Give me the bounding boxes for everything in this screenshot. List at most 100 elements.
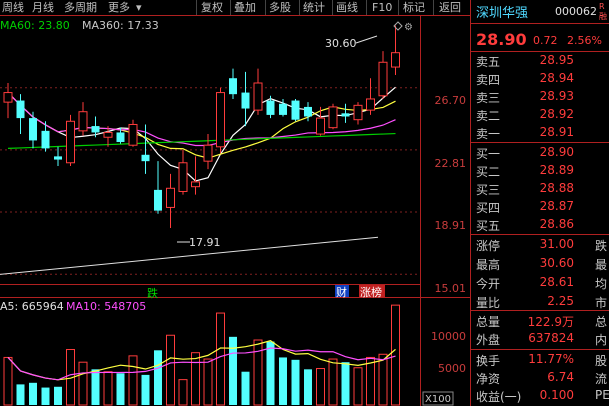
candle-body-down: [154, 189, 162, 211]
volume-bar-down: [229, 336, 237, 405]
candle-body-up: [253, 82, 263, 111]
bid-row: 买四 28.87: [471, 198, 609, 215]
candle-body-up: [216, 92, 225, 148]
candle-body-down: [266, 100, 275, 115]
divider: [471, 349, 609, 350]
candle-body-down: [16, 100, 25, 119]
volume-bar-up: [253, 339, 263, 406]
candle-body-up: [203, 144, 213, 162]
stat-row: 收益(一) 0.100 PE: [471, 387, 609, 404]
menu-back[interactable]: 返回: [437, 0, 463, 15]
candle-body-up: [378, 61, 388, 97]
volume-bar-down: [54, 386, 62, 405]
menu-f10[interactable]: F10: [370, 0, 394, 15]
volume-bar-down: [29, 382, 37, 405]
stat-label: 收益(一): [476, 390, 522, 404]
stat-label: 外盘: [476, 333, 501, 347]
ask-value: 28.95: [539, 53, 574, 67]
bid-row: 买二 28.89: [471, 162, 609, 179]
stat-row: 总量 122.9万 总: [471, 312, 609, 329]
volume-bar-down: [241, 371, 250, 405]
stat-value: 6.74: [547, 370, 574, 384]
candle-body-up: [178, 162, 188, 192]
candle-body-up: [391, 52, 400, 68]
fin-tag[interactable]: 财: [336, 285, 347, 299]
candle-body-up: [316, 117, 325, 135]
low-annotation: 17.91: [189, 236, 221, 249]
menu-overlay[interactable]: 叠加: [232, 0, 258, 15]
menu-weekly[interactable]: 周线: [0, 0, 26, 15]
bid-row: 买三 28.88: [471, 180, 609, 197]
margin-badge: R融: [599, 2, 607, 21]
menu-draw-line[interactable]: 画线: [334, 0, 360, 15]
volume-bar-up: [191, 352, 200, 406]
volume-bar-up: [391, 304, 400, 406]
stat-label: 涨停: [476, 239, 501, 253]
price-tick: 15.01: [435, 282, 467, 295]
menu-divider: [299, 0, 300, 15]
volume-unit: X100: [425, 394, 451, 405]
drop-tag[interactable]: 跌: [147, 286, 158, 300]
stock-name[interactable]: 深圳华强: [476, 2, 528, 21]
stat-label: 量比: [476, 296, 501, 310]
price-change: 0.72: [533, 34, 558, 47]
ask-value: 28.93: [539, 89, 574, 103]
candle-body-down: [291, 100, 300, 120]
menu-multi-stock[interactable]: 多股: [267, 0, 293, 15]
price-change-pct: 2.56%: [567, 34, 602, 47]
stat-label: 今开: [476, 277, 501, 291]
gear-icon[interactable]: ⚙: [404, 22, 413, 33]
candle-body-up: [328, 106, 338, 129]
candle-body-down: [141, 154, 150, 162]
ask-row: 卖二 28.92: [471, 106, 609, 123]
candle-body-down: [279, 103, 287, 115]
menu-mark[interactable]: 标记: [401, 0, 427, 15]
bid-label: 买二: [476, 165, 501, 179]
volume-bar-up: [3, 356, 13, 406]
menu-restore-rights[interactable]: 复权: [199, 0, 225, 15]
volume-tick: 5000: [438, 362, 466, 375]
volume-bar-up: [378, 353, 388, 406]
bid-value: 28.90: [539, 145, 574, 159]
chevron-down-icon[interactable]: ▾: [134, 0, 144, 15]
candle-body-down: [29, 118, 37, 141]
stat-label: 换手: [476, 354, 501, 368]
menu-statistics[interactable]: 统计: [301, 0, 327, 15]
candle-body-down: [41, 130, 50, 149]
quote-panel: 深圳华强 000062 R融 28.90 0.72 2.56% 卖五 28.95 卖…: [470, 0, 609, 406]
menu-monthly[interactable]: 月线: [30, 0, 56, 15]
ask-label: 卖四: [476, 73, 501, 87]
volume-bar-down: [279, 357, 287, 405]
stat-side-label: PE: [595, 388, 609, 402]
kline-chart[interactable]: 26.70 22.81 18.91 15.01 10000 5000 X100 …: [0, 0, 470, 406]
ask-row: 卖五 28.95: [471, 52, 609, 69]
candle-body-up: [353, 104, 363, 121]
volume-bar-up: [316, 368, 325, 406]
volume-bar-up: [328, 358, 338, 406]
ma60-label: MA60: 23.80: [0, 19, 70, 32]
stat-value: 637824: [528, 331, 574, 345]
menu-multi-period[interactable]: 多周期: [62, 0, 99, 15]
ask-label: 卖二: [476, 109, 501, 123]
stat-row: 量比 2.25 市: [471, 293, 609, 310]
volume-bar-up: [203, 358, 213, 406]
ask-row: 卖四 28.94: [471, 70, 609, 87]
bid-label: 买五: [476, 219, 501, 233]
stat-side-label: 市: [595, 296, 608, 310]
ask-label: 卖一: [476, 127, 501, 141]
candle-body-up: [78, 111, 88, 132]
bid-value: 28.86: [539, 217, 574, 231]
stat-label: 最高: [476, 258, 501, 272]
stat-row: 涨停 31.00 跌: [471, 236, 609, 253]
vol-ma10-label: MA10: 548705: [66, 300, 146, 313]
ask-row: 卖三 28.93: [471, 88, 609, 105]
rank-tag[interactable]: 涨榜: [360, 285, 382, 299]
vol-ma5-label: A5: 665964: [0, 300, 64, 313]
volume-bar-down: [266, 341, 275, 405]
candle-body-up: [66, 120, 75, 164]
stat-row: 今开 28.61 均: [471, 274, 609, 291]
volume-bar-down: [291, 359, 300, 405]
volume-bar-down: [341, 362, 350, 405]
menu-more[interactable]: 更多: [106, 0, 132, 15]
candlesticks: [3, 25, 400, 229]
